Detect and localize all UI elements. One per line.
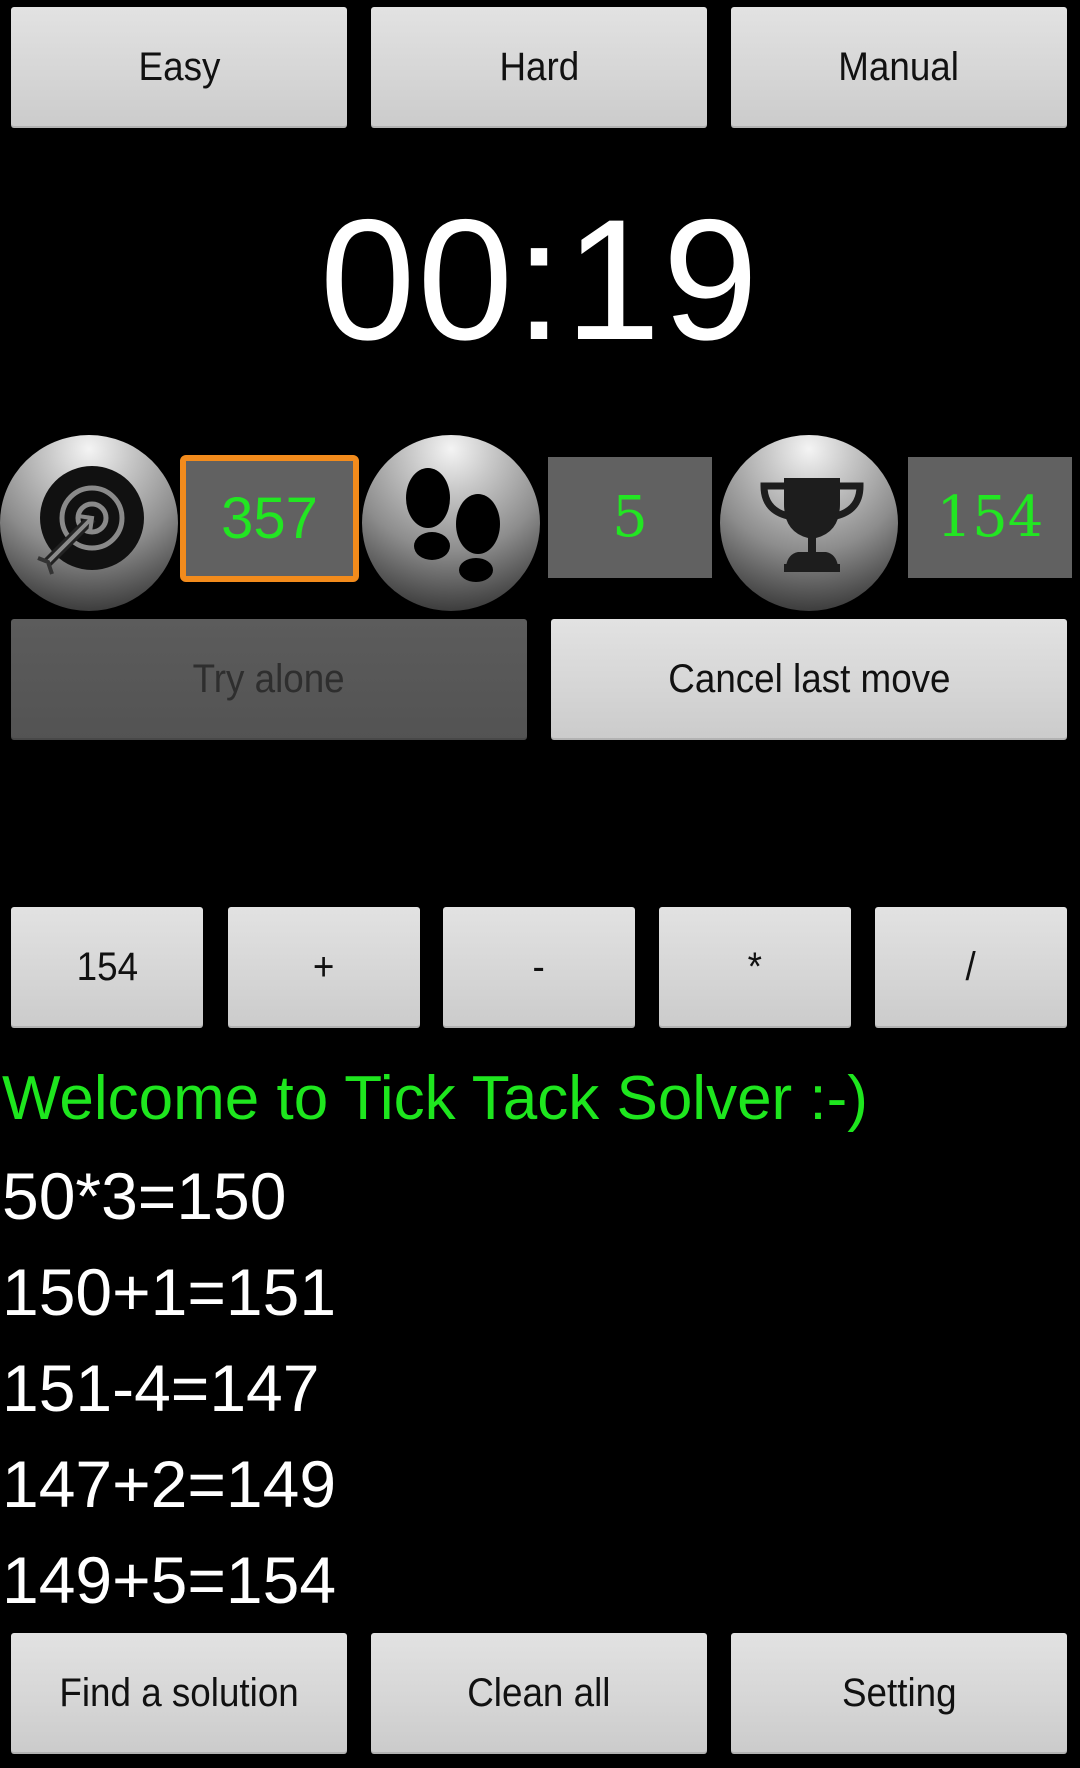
cancel-last-move-label: Cancel last move <box>667 657 951 701</box>
try-alone-label: Try alone <box>192 657 346 701</box>
easy-button[interactable]: Easy <box>11 7 347 128</box>
find-solution-button[interactable]: Find a solution <box>11 1633 347 1754</box>
setting-label: Setting <box>841 1671 957 1715</box>
target-icon <box>37 466 144 575</box>
best-value: 154 <box>908 457 1072 578</box>
try-alone-button[interactable]: Try alone <box>11 619 527 740</box>
target-button[interactable] <box>0 435 178 611</box>
minus-button-label: - <box>532 945 546 989</box>
best-value-text: 154 <box>936 485 1044 550</box>
welcome-message: Welcome to Tick Tack Solver :-) <box>2 1064 868 1133</box>
multiply-button-label: * <box>747 945 763 989</box>
target-value-text: 357 <box>221 486 318 551</box>
log-step: 149+5=154 <box>2 1543 337 1617</box>
log-step: 50*3=150 <box>2 1159 287 1233</box>
hard-button-label: Hard <box>499 45 579 89</box>
manual-button-label: Manual <box>838 45 960 89</box>
clean-all-label: Clean all <box>467 1671 611 1715</box>
moves-button[interactable] <box>362 435 540 611</box>
moves-value: 5 <box>548 457 712 578</box>
clean-all-button[interactable]: Clean all <box>371 1633 707 1754</box>
target-value[interactable]: 357 <box>180 455 359 582</box>
moves-value-text: 5 <box>612 485 648 550</box>
log-step: 147+2=149 <box>2 1447 337 1521</box>
timer-display: 00:19 <box>319 184 761 376</box>
find-solution-label: Find a solution <box>59 1671 299 1715</box>
plus-button-label: + <box>313 945 335 989</box>
number-button-label: 154 <box>76 945 138 989</box>
log-step: 150+1=151 <box>2 1255 337 1329</box>
cancel-last-move-button[interactable]: Cancel last move <box>551 619 1067 740</box>
multiply-button[interactable]: * <box>659 907 851 1028</box>
setting-button[interactable]: Setting <box>731 1633 1067 1754</box>
log-step: 151-4=147 <box>2 1351 320 1425</box>
divide-button[interactable]: / <box>875 907 1067 1028</box>
manual-button[interactable]: Manual <box>731 7 1067 128</box>
best-button[interactable] <box>720 435 898 611</box>
footprints-icon <box>406 468 500 582</box>
hard-button[interactable]: Hard <box>371 7 707 128</box>
plus-button[interactable]: + <box>228 907 420 1028</box>
minus-button[interactable]: - <box>443 907 635 1028</box>
number-button[interactable]: 154 <box>11 907 203 1028</box>
divide-button-label: / <box>965 945 977 989</box>
trophy-icon <box>760 478 864 572</box>
easy-button-label: Easy <box>138 45 220 89</box>
